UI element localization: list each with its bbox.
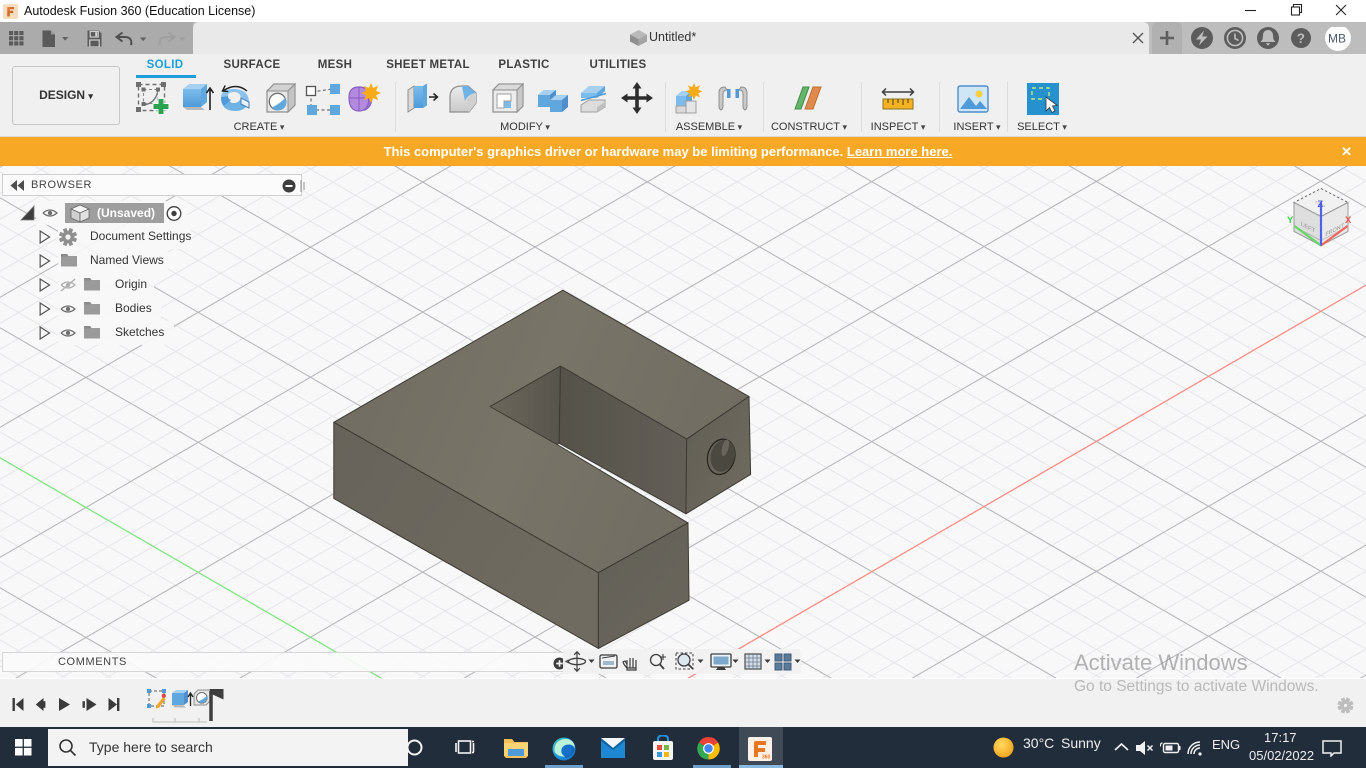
svg-text:?: ? xyxy=(1297,31,1305,46)
svg-text:360: 360 xyxy=(762,755,771,761)
svg-text:MB: MB xyxy=(1328,32,1346,46)
svg-text:Z: Z xyxy=(1318,199,1324,209)
svg-text:Y: Y xyxy=(1287,215,1294,226)
svg-text:X: X xyxy=(1345,215,1352,226)
